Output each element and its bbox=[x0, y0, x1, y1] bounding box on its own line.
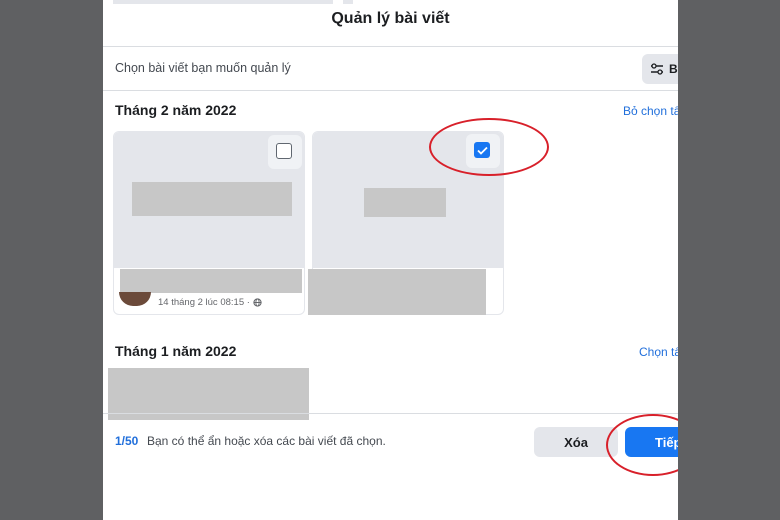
divider bbox=[103, 46, 678, 47]
filter-sliders-icon bbox=[651, 63, 663, 75]
redacted-block bbox=[132, 182, 292, 216]
checkbox-unchecked bbox=[276, 143, 292, 159]
post-timestamp-text: 14 tháng 2 lúc 08:15 · bbox=[158, 297, 250, 308]
globe-icon bbox=[253, 298, 262, 307]
deselect-all-link[interactable]: Bỏ chọn tấ bbox=[623, 104, 678, 118]
filter-button-label: Bộ bbox=[669, 62, 678, 76]
post-select-checkbox[interactable] bbox=[268, 135, 302, 169]
dialog-subtitle: Chọn bài viết bạn muốn quản lý bbox=[115, 61, 291, 75]
avatar bbox=[119, 292, 151, 306]
annotation-circle bbox=[606, 414, 678, 476]
manage-posts-dialog: Quản lý bài viết Chọn bài viết bạn muốn … bbox=[103, 0, 678, 520]
redacted-block bbox=[364, 188, 446, 217]
filter-button[interactable]: Bộ bbox=[642, 54, 678, 84]
divider bbox=[103, 413, 678, 414]
select-all-link[interactable]: Chọn tấ bbox=[639, 345, 678, 359]
footer-hint: Bạn có thể ẩn hoặc xóa các bài viết đã c… bbox=[147, 434, 386, 448]
redacted-block bbox=[308, 269, 486, 315]
annotation-circle bbox=[429, 118, 549, 176]
dialog-title: Quản lý bài viết bbox=[331, 10, 450, 27]
redacted-block bbox=[120, 269, 302, 293]
selected-count: 1/50 bbox=[115, 434, 139, 448]
section-title-feb-2022: Tháng 2 năm 2022 bbox=[115, 102, 237, 118]
divider bbox=[103, 90, 678, 91]
post-card[interactable]: 14 tháng 2 lúc 08:15 · bbox=[113, 131, 305, 315]
top-placeholder bbox=[113, 0, 333, 4]
section-title-jan-2022: Tháng 1 năm 2022 bbox=[115, 343, 237, 359]
post-timestamp: 14 tháng 2 lúc 08:15 · bbox=[158, 297, 262, 308]
top-placeholder bbox=[343, 0, 353, 4]
